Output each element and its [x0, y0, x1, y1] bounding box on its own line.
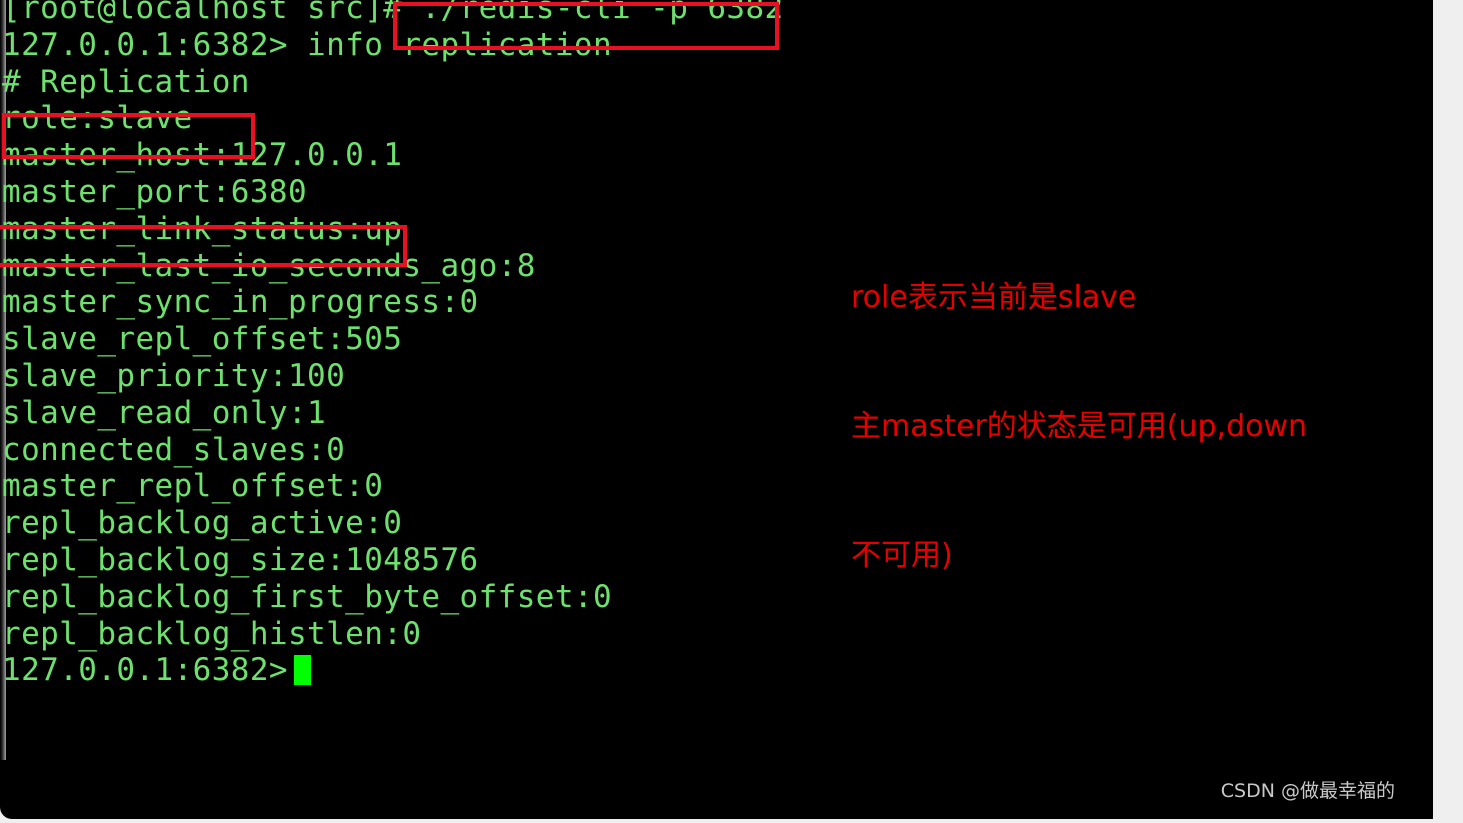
annotation-line-2: 主master的状态是可用(up,down [851, 409, 1308, 444]
annotation-text: role表示当前是slave 主master的状态是可用(up,down 不可用… [851, 190, 1371, 663]
page-scrollbar-track[interactable] [1441, 0, 1463, 823]
csdn-watermark: CSDN @做最幸福的 [1220, 780, 1395, 802]
terminal-line-master-host: master_host:127.0.0.1 [2, 137, 403, 174]
screen-root: [root@localhost src]# ./redis-cli -p 638… [0, 0, 1463, 823]
terminal-line-section-header: # Replication [2, 63, 250, 100]
terminal-window[interactable]: [root@localhost src]# ./redis-cli -p 638… [0, 0, 1433, 819]
annotation-line-3: 不可用) [851, 538, 953, 573]
terminal-line-redis-command: 127.0.0.1:6382> info replication [2, 26, 613, 63]
terminal-line-shell-command: [root@localhost src]# ./redis-cli -p 638… [2, 0, 784, 26]
terminal-prompt-text: 127.0.0.1:6382> [2, 652, 288, 689]
terminal-cursor [293, 655, 311, 686]
annotation-line-1: role表示当前是slave [851, 280, 1137, 315]
terminal-line-role: role:slave [2, 100, 193, 137]
